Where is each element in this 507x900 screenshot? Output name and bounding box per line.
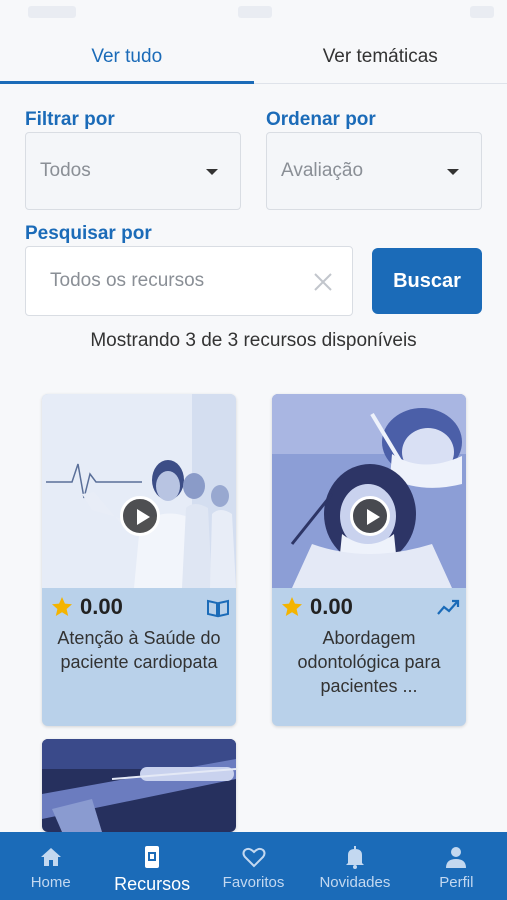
dentist-image bbox=[272, 394, 466, 588]
chevron-down-icon bbox=[447, 169, 459, 175]
nav-label: Novidades bbox=[319, 874, 391, 891]
card-thumbnail bbox=[42, 739, 236, 832]
tab-ver-tudo[interactable]: Ver tudo bbox=[0, 30, 254, 84]
card-title: Abordagem odontológica para pacientes ..… bbox=[297, 628, 441, 696]
status-time bbox=[28, 6, 76, 18]
resource-card[interactable] bbox=[42, 739, 236, 832]
nav-recursos[interactable]: Recursos bbox=[101, 832, 202, 900]
battery-icon bbox=[470, 6, 494, 18]
tab-bar: Ver tudo Ver temáticas bbox=[0, 30, 507, 84]
bell-icon bbox=[345, 846, 364, 869]
rating-value: 0.00 bbox=[80, 594, 123, 619]
status-notch bbox=[238, 6, 272, 18]
card-thumbnail bbox=[272, 394, 466, 588]
resources-icon bbox=[145, 846, 160, 868]
trending-icon bbox=[437, 599, 460, 615]
search-placeholder: Todos os recursos bbox=[50, 270, 205, 291]
instruments-image bbox=[42, 739, 236, 832]
card-rating: 0.00 bbox=[280, 594, 353, 620]
nav-favoritos[interactable]: Favoritos bbox=[203, 832, 304, 900]
play-icon[interactable] bbox=[120, 496, 160, 536]
book-open-icon bbox=[207, 599, 229, 618]
search-label: Pesquisar por bbox=[25, 223, 152, 244]
person-icon bbox=[446, 847, 467, 868]
order-select-value: Avaliação bbox=[281, 160, 364, 181]
nav-label: Perfil bbox=[439, 874, 474, 891]
card-thumbnail bbox=[42, 394, 236, 588]
close-icon[interactable] bbox=[312, 271, 334, 293]
order-select[interactable]: Avaliação bbox=[266, 132, 482, 210]
nav-label: Recursos bbox=[114, 874, 191, 894]
order-label: Ordenar por bbox=[266, 109, 376, 130]
chevron-down-icon bbox=[206, 169, 218, 175]
nav-label: Favoritos bbox=[222, 874, 285, 891]
bottom-navigation: Home Recursos Favoritos Novidades Perfil bbox=[0, 832, 507, 900]
rating-value: 0.00 bbox=[310, 594, 353, 619]
status-bar bbox=[0, 0, 507, 28]
filter-select-value: Todos bbox=[40, 160, 91, 181]
resource-card[interactable]: 0.00 Abordagem odontológica para pacient… bbox=[272, 394, 466, 726]
doctor-image bbox=[42, 394, 236, 588]
nav-perfil[interactable]: Perfil bbox=[406, 832, 507, 900]
nav-label: Home bbox=[30, 874, 71, 891]
filter-select[interactable]: Todos bbox=[25, 132, 241, 210]
search-input[interactable]: Todos os recursos bbox=[25, 246, 353, 316]
nav-novidades[interactable]: Novidades bbox=[304, 832, 405, 900]
star-icon bbox=[282, 597, 302, 616]
home-icon bbox=[40, 848, 61, 866]
card-rating: 0.00 bbox=[50, 594, 123, 620]
play-icon[interactable] bbox=[350, 496, 390, 536]
resource-card[interactable]: 0.00 Atenção à Saúde do paciente cardiop… bbox=[42, 394, 236, 726]
filter-label: Filtrar por bbox=[25, 109, 115, 130]
card-title: Atenção à Saúde do paciente cardiopata bbox=[57, 628, 221, 672]
star-icon bbox=[52, 597, 72, 616]
heart-icon bbox=[242, 847, 266, 868]
search-button[interactable]: Buscar bbox=[372, 248, 482, 314]
nav-home[interactable]: Home bbox=[0, 832, 101, 900]
results-summary: Mostrando 3 de 3 recursos disponíveis bbox=[90, 330, 417, 351]
tab-ver-tematicas[interactable]: Ver temáticas bbox=[254, 30, 507, 83]
